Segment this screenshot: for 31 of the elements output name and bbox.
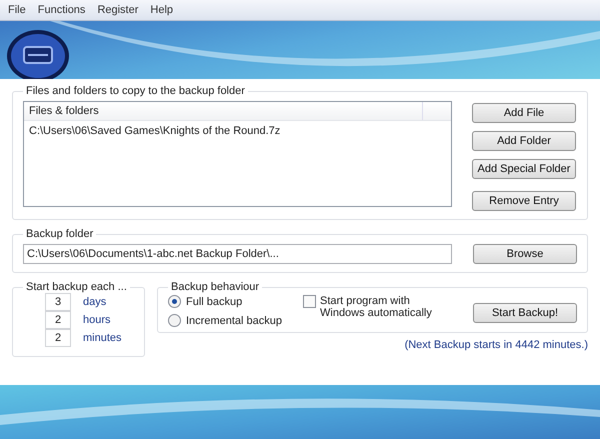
start-backup-button[interactable]: Start Backup! (473, 303, 577, 323)
action-button[interactable]: Add Special Folder (472, 159, 576, 179)
unit-label: days (83, 296, 108, 308)
action-button[interactable]: Add Folder (472, 131, 576, 151)
number-field[interactable]: 2 (45, 329, 71, 347)
menu-item[interactable]: Functions (34, 2, 90, 18)
column-header[interactable]: Files & folders (24, 102, 451, 121)
checkbox[interactable] (303, 295, 316, 308)
menu-item[interactable]: File (4, 2, 30, 18)
folder-path-field[interactable]: C:\Users\06\Documents\1-abc.net Backup Folder\... (23, 244, 452, 264)
radio-label[interactable]: Full backup (186, 296, 242, 308)
group-title: Backup behaviour (170, 281, 260, 293)
drive-icon (6, 29, 70, 79)
menu-item[interactable]: Help (146, 2, 178, 18)
radio-button[interactable] (168, 295, 181, 308)
group-title: Backup folder (25, 228, 94, 240)
action-button[interactable]: Add File (472, 103, 576, 123)
group-title: Files and folders to copy to the backup folder (25, 85, 246, 97)
radio-label[interactable]: Incremental backup (186, 314, 282, 326)
checkbox-label[interactable]: Start program with Windows automatically (320, 295, 453, 319)
number-field[interactable]: 3 (45, 293, 71, 311)
unit-label: minutes (83, 332, 123, 344)
browse-button[interactable]: Browse (473, 244, 577, 264)
list-item[interactable]: C:\Users\06\Saved Games\Knights of the Round.7z (24, 121, 451, 141)
group-title: Start backup each ... (25, 281, 128, 293)
radio-button[interactable] (168, 314, 181, 327)
next-backup-status: (Next Backup starts in 4442 minutes.) (404, 339, 588, 351)
unit-label: hours (83, 314, 112, 326)
menu-item[interactable]: Register (93, 2, 142, 18)
action-button[interactable]: Remove Entry (472, 191, 576, 211)
number-field[interactable]: 2 (45, 311, 71, 329)
